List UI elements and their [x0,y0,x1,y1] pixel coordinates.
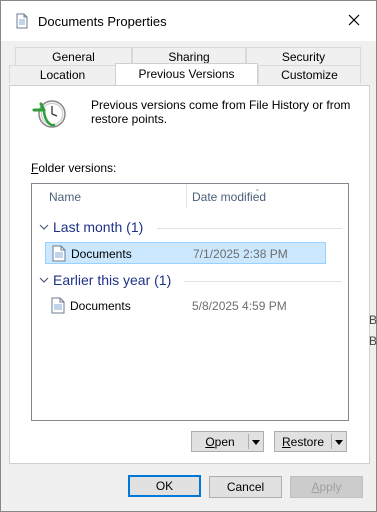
open-split-button[interactable]: Open [191,431,264,452]
apply-accesskey: A [311,480,320,494]
restore-clock-icon [32,96,68,132]
background-text: B [369,313,377,327]
triangle-down-icon [335,435,343,449]
tab-label: Customize [281,68,338,82]
document-icon [51,297,65,314]
chevron-down-icon [38,221,50,233]
tab-security[interactable]: Security [246,47,361,65]
tab-previous-versions[interactable]: Previous Versions [115,63,258,85]
column-header-date[interactable]: Date modified [192,190,266,204]
info-description: Previous versions come from File History… [91,98,351,126]
apply-label: pply [319,480,342,494]
open-dropdown-arrow[interactable] [249,432,263,451]
version-row[interactable]: Documents 7/1/2025 2:38 PM [45,242,326,264]
version-date: 5/8/2025 4:59 PM [192,299,287,313]
version-name: Documents [70,299,131,313]
tab-location[interactable]: Location [9,65,116,83]
close-button[interactable] [332,1,376,41]
tab-label: Previous Versions [138,67,235,81]
tab-label: Sharing [168,50,210,64]
tab-label: Location [39,68,86,82]
group-title: Earlier this year (1) [53,272,172,288]
restore-dropdown-arrow[interactable] [332,432,346,451]
background-text: B [369,334,377,348]
title-bar: Documents Properties [1,1,376,41]
document-icon [52,245,66,262]
group-title: Last month (1) [53,219,144,235]
tab-customize[interactable]: Customize [258,65,361,83]
open-button[interactable]: Open [192,432,248,451]
document-folder-icon [14,13,30,29]
version-name: Documents [71,247,132,261]
ok-button[interactable]: OK [128,475,201,497]
window-title: Documents Properties [38,14,167,29]
open-label: pen [214,434,235,449]
versions-list[interactable]: Name ⌄ Date modified Last month (1) Docu… [31,183,349,421]
group-header-earlier-this-year[interactable]: Earlier this year (1) [32,270,348,292]
column-divider[interactable] [186,184,187,208]
column-header-name[interactable]: Name [49,190,81,204]
group-divider [184,281,342,282]
properties-dialog: Documents Properties General Sharing Sec… [0,0,377,512]
folder-versions-label: Folder versions: [31,161,116,175]
tab-panel: Previous versions come from File History… [9,85,370,464]
restore-accesskey: R [281,434,291,449]
restore-button[interactable]: Restore [275,432,331,451]
open-accesskey: O [205,434,215,449]
chevron-down-icon [38,274,50,286]
group-divider [157,228,342,229]
folder-versions-text: older versions: [38,161,117,175]
cancel-button[interactable]: Cancel [209,476,282,498]
restore-label: estore [290,434,325,449]
tab-label: General [52,50,95,64]
tab-label: Security [281,50,326,64]
triangle-down-icon [252,435,260,449]
version-date: 7/1/2025 2:38 PM [193,247,288,261]
group-header-last-month[interactable]: Last month (1) [32,217,348,239]
apply-button[interactable]: Apply [290,476,363,498]
restore-split-button[interactable]: Restore [274,431,347,452]
version-row[interactable]: Documents 5/8/2025 4:59 PM [45,295,326,317]
close-icon [348,14,360,29]
